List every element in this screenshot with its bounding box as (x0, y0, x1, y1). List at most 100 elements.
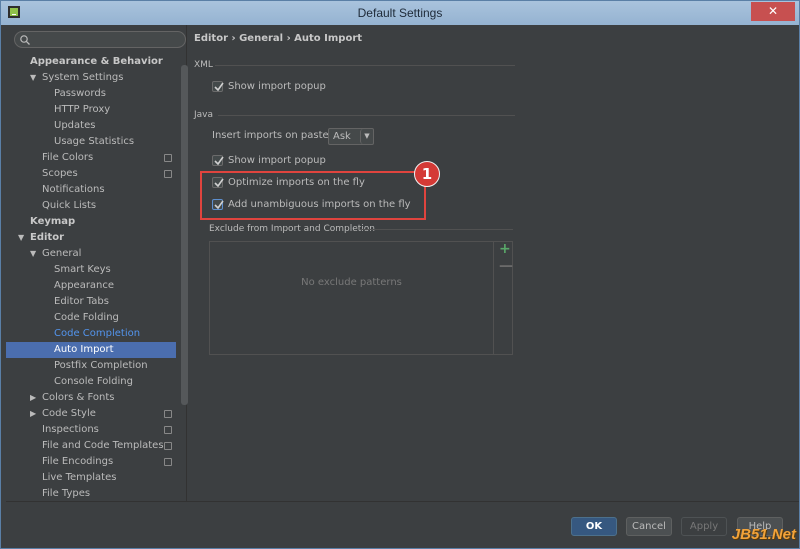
insert-imports-select[interactable]: Ask ▼ (328, 128, 374, 145)
sidebar-item-file-and-code-templates[interactable]: File and Code Templates (6, 438, 176, 454)
java-separator (218, 115, 515, 116)
exclude-patterns-list[interactable]: No exclude patterns (210, 242, 494, 354)
sidebar-item-appearance[interactable]: Appearance (6, 278, 176, 294)
sidebar-item-editor-tabs[interactable]: Editor Tabs (6, 294, 176, 310)
collapse-arrow-icon[interactable]: ▶ (30, 406, 36, 422)
sidebar-item-label: Postfix Completion (54, 360, 148, 371)
sidebar-item-label: File and Code Templates (42, 440, 164, 451)
project-settings-icon (164, 154, 172, 162)
chevron-down-icon[interactable]: ▼ (360, 129, 373, 144)
sidebar-item-label: Console Folding (54, 376, 133, 387)
settings-sidebar: Appearance & Behavior ▼ System Settings Pas… (6, 25, 188, 502)
sidebar-item-usage-statistics[interactable]: Usage Statistics (6, 134, 176, 150)
project-settings-icon (164, 442, 172, 450)
sidebar-item-label: Scopes (42, 168, 78, 179)
sidebar-item-smart-keys[interactable]: Smart Keys (6, 262, 176, 278)
checkbox[interactable] (212, 155, 224, 166)
insert-imports-label: Insert imports on paste: (212, 130, 333, 141)
settings-window: Default Settings ✕ Appearance & Behavior… (0, 0, 800, 549)
project-settings-icon (164, 426, 172, 434)
exclude-section-title: Exclude from Import and Completion (209, 224, 375, 234)
sidebar-item-general[interactable]: ▼ General (6, 246, 176, 262)
sidebar-item-inspections[interactable]: Inspections (6, 422, 176, 438)
sidebar-item-file-colors[interactable]: File Colors (6, 150, 176, 166)
sidebar-item-system-settings[interactable]: ▼ System Settings (6, 70, 176, 86)
sidebar-item-label: General (42, 248, 82, 259)
sidebar-item-appearance-behavior[interactable]: Appearance & Behavior (6, 54, 176, 70)
sidebar-item-label: Editor (30, 232, 64, 243)
sidebar-item-label: File Colors (42, 152, 94, 163)
sidebar-item-label: Live Templates (42, 472, 117, 483)
xml-section-title: XML (194, 60, 213, 70)
sidebar-scrollbar[interactable] (181, 65, 188, 405)
sidebar-item-label: Notifications (42, 184, 105, 195)
sidebar-item-label: Inspections (42, 424, 99, 435)
apply-button[interactable]: Apply (681, 517, 727, 536)
sidebar-item-updates[interactable]: Updates (6, 118, 176, 134)
sidebar-item-label: Usage Statistics (54, 136, 135, 147)
sidebar-item-code-folding[interactable]: Code Folding (6, 310, 176, 326)
expand-arrow-icon[interactable]: ▼ (30, 246, 36, 262)
select-value: Ask (333, 131, 351, 142)
dialog-footer: OK Cancel Apply Help (6, 501, 799, 547)
exclude-panel: No exclude patterns + — (209, 241, 513, 355)
sidebar-item-passwords[interactable]: Passwords (6, 86, 176, 102)
java-section-title: Java (194, 110, 214, 120)
close-button[interactable]: ✕ (751, 2, 795, 21)
sidebar-item-file-encodings[interactable]: File Encodings (6, 454, 176, 470)
sidebar-item-auto-import[interactable]: Auto Import (6, 342, 176, 358)
sidebar-item-label: Quick Lists (42, 200, 97, 211)
sidebar-item-label: Updates (54, 120, 96, 131)
sidebar-item-label: Appearance (54, 280, 115, 291)
collapse-arrow-icon[interactable]: ▶ (30, 390, 36, 406)
sidebar-item-colors-fonts[interactable]: ▶ Colors & Fonts (6, 390, 176, 406)
window-title: Default Settings (357, 6, 443, 20)
cancel-button[interactable]: Cancel (626, 517, 672, 536)
sidebar-item-live-templates[interactable]: Live Templates (6, 470, 176, 486)
sidebar-item-label: Code Completion (54, 328, 141, 339)
xml-separator (215, 65, 515, 66)
exclude-separator (360, 229, 513, 230)
sidebar-item-label: Smart Keys (54, 264, 111, 275)
expand-arrow-icon[interactable]: ▼ (30, 70, 36, 86)
add-icon[interactable]: + (499, 241, 511, 257)
sidebar-item-label: Auto Import (54, 344, 114, 355)
sidebar-item-code-style[interactable]: ▶ Code Style (6, 406, 176, 422)
sidebar-item-code-completion[interactable]: Code Completion (6, 326, 176, 342)
watermark-text: JB51.Net (731, 526, 796, 543)
annotation-number-badge: 1 (414, 161, 440, 187)
sidebar-item-http-proxy[interactable]: HTTP Proxy (6, 102, 176, 118)
project-settings-icon (164, 170, 172, 178)
sidebar-item-quick-lists[interactable]: Quick Lists (6, 198, 176, 214)
checkbox-label: Show import popup (228, 81, 326, 92)
search-input[interactable] (14, 31, 186, 48)
search-icon (20, 35, 30, 45)
sidebar-item-label: Code Style (42, 408, 96, 419)
project-settings-icon (164, 458, 172, 466)
remove-icon[interactable]: — (499, 258, 513, 274)
empty-list-text: No exclude patterns (301, 277, 402, 288)
sidebar-item-notifications[interactable]: Notifications (6, 182, 176, 198)
project-settings-icon (164, 410, 172, 418)
sidebar-item-file-types[interactable]: File Types (6, 486, 176, 502)
checkbox[interactable] (212, 81, 224, 92)
annotation-highlight-box (200, 171, 426, 220)
sidebar-item-label: Editor Tabs (54, 296, 109, 307)
sidebar-item-scopes[interactable]: Scopes (6, 166, 176, 182)
checkmark-icon (214, 156, 224, 166)
settings-tree: Appearance & Behavior ▼ System Settings Pas… (6, 54, 176, 502)
sidebar-item-label: File Encodings (42, 456, 114, 467)
title-bar: Default Settings ✕ (1, 1, 799, 25)
sidebar-item-keymap[interactable]: Keymap (6, 214, 176, 230)
auto-import-panel: Editor › General › Auto Import XML Show … (188, 25, 799, 501)
sidebar-item-console-folding[interactable]: Console Folding (6, 374, 176, 390)
sidebar-item-editor[interactable]: ▼ Editor (6, 230, 176, 246)
expand-arrow-icon[interactable]: ▼ (18, 230, 24, 246)
sidebar-item-label: Colors & Fonts (42, 392, 115, 403)
sidebar-item-label: Code Folding (54, 312, 119, 323)
sidebar-item-postfix-completion[interactable]: Postfix Completion (6, 358, 176, 374)
sidebar-item-label: Keymap (30, 216, 76, 227)
checkmark-icon (214, 82, 224, 92)
sidebar-item-label: Appearance & Behavior (30, 56, 163, 67)
ok-button[interactable]: OK (571, 517, 617, 536)
